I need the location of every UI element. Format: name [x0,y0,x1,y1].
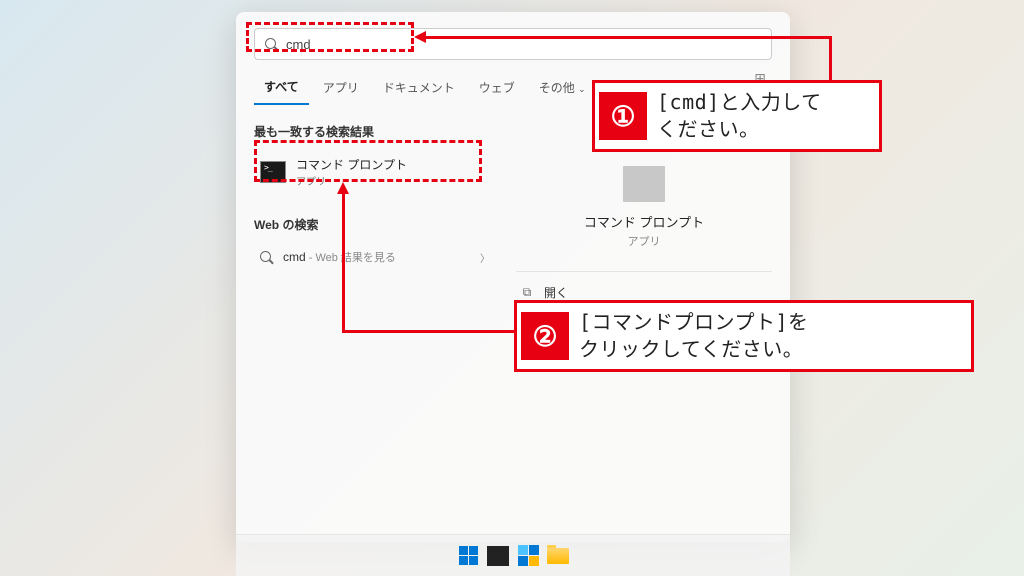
detail-subtitle: アプリ [516,233,772,249]
open-icon: ⧉ [520,286,534,300]
tab-documents[interactable]: ドキュメント [373,75,465,104]
best-match-subtitle: アプリ [296,173,407,188]
annotation-callout-2: ② [コマンドプロンプト]を クリックしてください。 [514,300,974,372]
annotation-arrowhead-2 [337,182,349,194]
detail-app-icon [623,166,665,202]
detail-title: コマンド プロンプト [516,212,772,231]
web-search-row-cmd[interactable]: cmd - Web 結果を見る 〉 [254,241,496,273]
action-open-label: 開く [544,284,568,301]
best-match-header: 最も一致する検索結果 [254,123,496,140]
annotation-arrow-1 [420,36,832,39]
search-box[interactable] [254,28,772,60]
tab-all[interactable]: すべて [254,74,309,105]
chevron-right-icon: 〉 [480,250,490,265]
annotation-text-1: [cmd]と入力して ください。 [651,83,836,149]
tab-apps[interactable]: アプリ [313,75,369,104]
taskbar-app-dark[interactable] [486,544,510,568]
annotation-arrowhead-1 [414,31,426,43]
annotation-number-2: ② [521,312,569,360]
taskbar-app-tiles[interactable] [516,544,540,568]
best-match-command-prompt[interactable]: コマンド プロンプト アプリ [254,148,496,196]
web-suffix: - Web 結果を見る [306,252,396,264]
best-match-title: コマンド プロンプト [296,156,407,173]
web-query: cmd [283,250,306,264]
annotation-callout-1: ① [cmd]と入力して ください。 [592,80,882,152]
annotation-arrow-2-h [342,330,517,333]
command-prompt-icon [260,161,286,183]
best-match-text: コマンド プロンプト アプリ [296,156,407,188]
annotation-number-1: ① [599,92,647,140]
search-icon [260,251,273,264]
start-button[interactable] [456,544,480,568]
taskbar [236,534,790,576]
results-left-column: 最も一致する検索結果 コマンド プロンプト アプリ Web の検索 cmd - … [254,123,496,273]
search-icon [265,38,278,51]
file-explorer-button[interactable] [546,544,570,568]
web-search-header: Web の検索 [254,216,496,233]
annotation-text-2: [コマンドプロンプト]を クリックしてください。 [573,303,822,369]
web-search-section: Web の検索 cmd - Web 結果を見る 〉 [254,216,496,273]
annotation-arrow-1-vert [829,36,832,83]
annotation-arrow-2-v [342,190,345,333]
